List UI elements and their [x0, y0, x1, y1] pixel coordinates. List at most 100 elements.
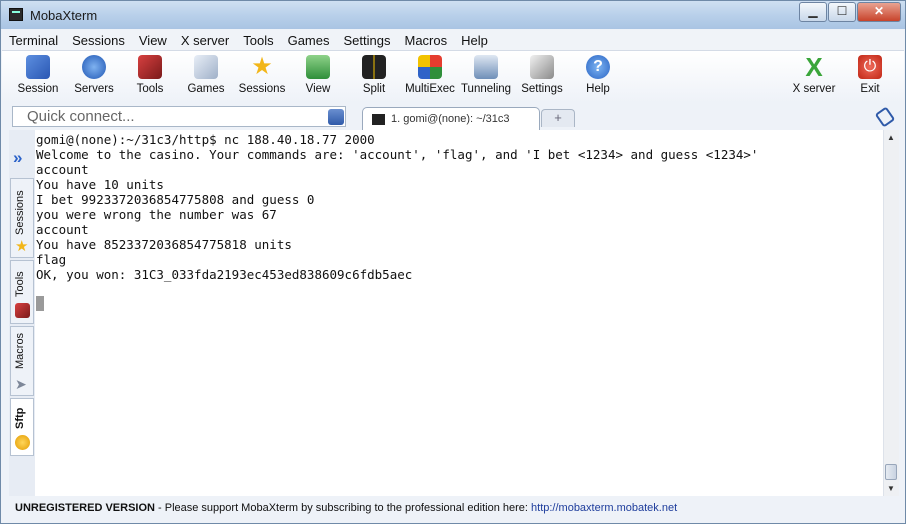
- side-tab-sessions-label: Sessions: [14, 190, 26, 235]
- terminal-line: flag: [36, 252, 67, 267]
- sftp-icon: [15, 435, 30, 450]
- tunneling-button[interactable]: Tunneling: [458, 53, 514, 101]
- maximize-button[interactable]: ☐: [828, 2, 856, 22]
- tunneling-icon: [474, 55, 498, 79]
- side-tab-sftp-label: Sftp: [14, 407, 26, 429]
- menu-tools[interactable]: Tools: [236, 30, 280, 50]
- multiexec-button[interactable]: MultiExec: [402, 53, 458, 101]
- side-tab-sftp[interactable]: Sftp: [10, 398, 34, 456]
- minimize-button[interactable]: ▁: [799, 2, 827, 22]
- servers-icon: [82, 55, 106, 79]
- sessions-button[interactable]: ★ Sessions: [234, 53, 290, 101]
- tools-label: Tools: [136, 83, 164, 95]
- mobaxterm-window: MobaXterm ▁ ☐ ✕ Terminal Sessions View X…: [0, 0, 906, 524]
- status-bar: UNREGISTERED VERSION - Please support Mo…: [2, 499, 904, 519]
- side-tab-macros-label: Macros: [14, 332, 26, 369]
- terminal-line: account: [36, 222, 89, 237]
- side-panel: » Sessions ★ Tools Macros ➤ Sftp: [9, 130, 35, 496]
- side-tab-tools-label: Tools: [14, 271, 26, 297]
- multiexec-label: MultiExec: [405, 83, 455, 95]
- x-server-icon: X: [805, 52, 823, 82]
- menu-macros[interactable]: Macros: [397, 30, 454, 50]
- scroll-down-icon[interactable]: ▼: [887, 484, 895, 493]
- tunneling-label: Tunneling: [460, 83, 512, 95]
- side-tab-sessions[interactable]: Sessions ★: [10, 178, 34, 258]
- paperclip-icon[interactable]: [874, 106, 896, 128]
- terminal-line: OK, you won: 31C3_033fda2193ec453ed83860…: [36, 267, 413, 282]
- games-label: Games: [187, 83, 225, 95]
- view-icon: [306, 55, 330, 79]
- terminal-line: Welcome to the casino. Your commands are…: [36, 147, 759, 162]
- x-server-button[interactable]: X X server: [786, 53, 842, 101]
- session-button[interactable]: Session: [10, 53, 66, 101]
- terminal-line: you were wrong the number was 67: [36, 207, 277, 222]
- help-button[interactable]: ? Help: [570, 53, 626, 101]
- split-label: Split: [362, 83, 386, 95]
- tab-row: Quick connect... 1. gomi@(none): ~/31c3 …: [2, 104, 904, 131]
- terminal-line: You have 8523372036854775818 units: [36, 237, 292, 252]
- menu-bar: Terminal Sessions View X server Tools Ga…: [2, 30, 904, 51]
- menu-sessions[interactable]: Sessions: [65, 30, 132, 50]
- menu-view[interactable]: View: [132, 30, 174, 50]
- quick-connect-icon[interactable]: [328, 109, 344, 125]
- menu-help[interactable]: Help: [454, 30, 495, 50]
- menu-x-server[interactable]: X server: [174, 30, 236, 50]
- terminal-scrollbar[interactable]: ▲ ▼: [883, 130, 899, 496]
- power-icon: ⏻: [858, 55, 882, 79]
- x-server-label: X server: [792, 83, 836, 95]
- tools-icon: [15, 303, 30, 318]
- split-button[interactable]: Split: [346, 53, 402, 101]
- scroll-up-icon[interactable]: ▲: [887, 133, 895, 142]
- toolbar: Session Servers Tools Games ★ Sessions V…: [2, 51, 904, 103]
- terminal-output[interactable]: gomi@(none):~/31c3/http$ nc 188.40.18.77…: [35, 130, 883, 496]
- menu-terminal[interactable]: Terminal: [2, 30, 65, 50]
- servers-button[interactable]: Servers: [66, 53, 122, 101]
- multiexec-icon: [418, 55, 442, 79]
- menu-games[interactable]: Games: [281, 30, 337, 50]
- help-icon: ?: [586, 55, 610, 79]
- mobatek-link[interactable]: http://mobaxterm.mobatek.net: [531, 502, 677, 514]
- split-icon: [362, 55, 386, 79]
- expand-sidebar-icon[interactable]: »: [13, 149, 22, 166]
- app-icon: [9, 8, 23, 21]
- menu-settings[interactable]: Settings: [337, 30, 398, 50]
- close-button[interactable]: ✕: [857, 2, 901, 22]
- terminal-line: gomi@(none):~/31c3/http$ nc 188.40.18.77…: [36, 132, 375, 147]
- side-tab-tools[interactable]: Tools: [10, 260, 34, 324]
- star-icon: ★: [251, 53, 273, 80]
- gamepad-icon: [194, 55, 218, 79]
- tools-button[interactable]: Tools: [122, 53, 178, 101]
- terminal-icon: [372, 114, 385, 125]
- new-tab-button[interactable]: +: [541, 109, 575, 127]
- tools-icon: [138, 55, 162, 79]
- settings-icon: [530, 55, 554, 79]
- terminal-line: account: [36, 162, 89, 177]
- window-title: MobaXterm: [30, 8, 98, 23]
- servers-label: Servers: [74, 83, 114, 95]
- star-icon: ★: [15, 238, 29, 255]
- view-label: View: [305, 83, 331, 95]
- view-button[interactable]: View: [290, 53, 346, 101]
- session-label: Session: [17, 83, 59, 95]
- terminal-line: You have 10 units: [36, 177, 164, 192]
- terminal-line: I bet 9923372036854775808 and guess 0: [36, 192, 315, 207]
- quick-connect-input[interactable]: Quick connect...: [12, 106, 346, 127]
- sessions-label: Sessions: [238, 83, 286, 95]
- unregistered-label: UNREGISTERED VERSION: [15, 502, 155, 514]
- side-tab-macros[interactable]: Macros ➤: [10, 326, 34, 396]
- exit-button[interactable]: ⏻ Exit: [842, 53, 898, 101]
- settings-button[interactable]: Settings: [514, 53, 570, 101]
- status-message: - Please support MobaXterm by subscribin…: [154, 502, 532, 514]
- settings-label: Settings: [521, 83, 563, 95]
- tab-terminal-1-label: 1. gomi@(none): ~/31c3: [391, 113, 510, 125]
- window-controls: ▁ ☐ ✕: [798, 2, 901, 22]
- games-button[interactable]: Games: [178, 53, 234, 101]
- exit-label: Exit: [860, 83, 880, 95]
- tab-terminal-1[interactable]: 1. gomi@(none): ~/31c3: [362, 107, 540, 131]
- scrollbar-thumb[interactable]: [885, 464, 897, 480]
- session-icon: [26, 55, 50, 79]
- help-label: Help: [586, 83, 610, 95]
- paper-plane-icon: ➤: [15, 376, 27, 392]
- terminal-cursor: [36, 296, 44, 311]
- title-bar[interactable]: MobaXterm ▁ ☐ ✕: [1, 1, 905, 29]
